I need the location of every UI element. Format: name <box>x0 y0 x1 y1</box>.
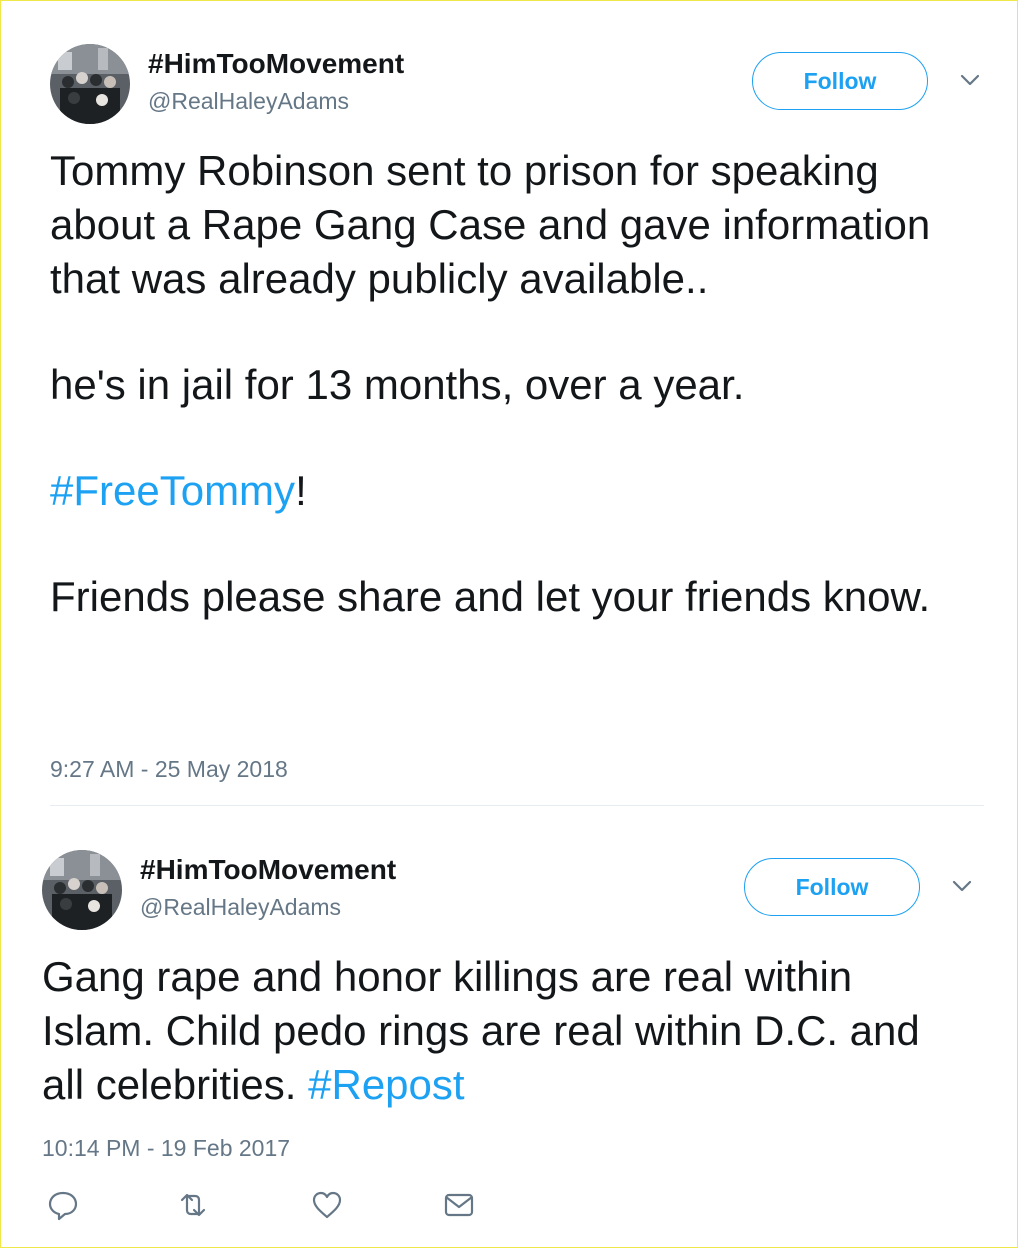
chevron-down-icon[interactable] <box>958 70 982 90</box>
like-icon[interactable] <box>310 1188 344 1222</box>
display-name[interactable]: #HimTooMovement <box>148 46 404 82</box>
tweet-paragraph: Tommy Robinson sent to prison for speaki… <box>50 147 931 302</box>
display-name[interactable]: #HimTooMovement <box>140 852 396 888</box>
timestamp[interactable]: 9:27 AM - 25 May 2018 <box>50 754 288 784</box>
user-handle[interactable]: @RealHaleyAdams <box>148 86 349 116</box>
follow-button[interactable]: Follow <box>744 858 920 916</box>
reply-icon[interactable] <box>46 1188 80 1222</box>
punctuation: ! <box>295 467 307 514</box>
tweet-paragraph: #FreeTommy! <box>50 464 980 518</box>
message-icon[interactable] <box>442 1188 476 1222</box>
avatar[interactable] <box>42 850 122 930</box>
hashtag-link[interactable]: #FreeTommy <box>50 467 295 514</box>
tweet-text: Tommy Robinson sent to prison for speaki… <box>50 144 980 624</box>
follow-button[interactable]: Follow <box>752 52 928 110</box>
divider <box>50 805 984 806</box>
timestamp[interactable]: 10:14 PM - 19 Feb 2017 <box>42 1133 290 1163</box>
tweet-actions <box>42 1188 542 1222</box>
avatar[interactable] <box>50 44 130 124</box>
tweet-main-text: Gang rape and honor killings are real wi… <box>42 953 920 1108</box>
retweet-icon[interactable] <box>176 1188 210 1222</box>
hashtag-link[interactable]: #Repost <box>308 1061 464 1108</box>
chevron-down-icon[interactable] <box>950 876 974 896</box>
tweet-text: Gang rape and honor killings are real wi… <box>42 950 972 1112</box>
user-handle[interactable]: @RealHaleyAdams <box>140 892 341 922</box>
tweet-paragraph: Gang rape and honor killings are real wi… <box>42 950 972 1112</box>
tweet-paragraph: he's in jail for 13 months, over a year. <box>50 361 745 408</box>
tweet-paragraph: Friends please share and let your friend… <box>50 573 931 620</box>
